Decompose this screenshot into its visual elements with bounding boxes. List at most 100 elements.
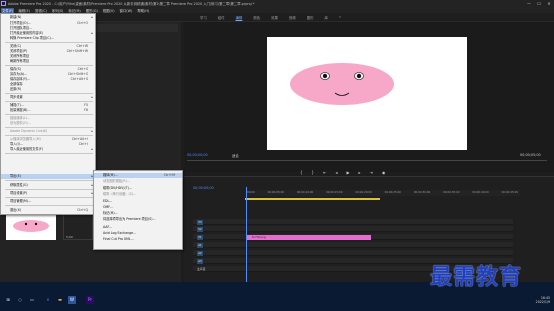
- menu-item-new[interactable]: 新建(N) ▸: [1, 15, 95, 20]
- menu-file[interactable]: 文件(F): [1, 7, 15, 13]
- menu-markers[interactable]: 标记(M): [67, 8, 81, 13]
- menu-item-export[interactable]: 导出(E)▸: [1, 174, 95, 179]
- edge-browser-icon[interactable]: e: [44, 296, 52, 304]
- track-label-v1[interactable]: V1: [197, 234, 203, 240]
- program-canvas: [267, 37, 467, 150]
- menu-window[interactable]: 窗口(W): [119, 8, 134, 13]
- system-tray-clock[interactable]: 16:45 2022/1/9: [536, 296, 550, 304]
- menu-separator: [5, 65, 93, 66]
- track-v2[interactable]: V2: [193, 226, 513, 232]
- tab-effects[interactable]: 效果: [271, 15, 278, 20]
- file-menu: 新建(N) ▸ 打开项目(O)... Ctrl+O 打开团队项目... 打开最近使用…: [0, 13, 96, 215]
- menu-item-export-tape-serial: 磁带（串行设备）(S)...: [103, 192, 137, 196]
- menu-item-project-manager[interactable]: 项目管理(M)...: [1, 199, 95, 204]
- window-titlebar: Adobe Premiere Pro 2020 - C:\用户\Yihe\桌面\…: [0, 0, 554, 7]
- export-frame-icon[interactable]: ◉: [382, 170, 386, 175]
- premiere-taskbar-icon[interactable]: Pr: [86, 296, 94, 304]
- step-back-icon[interactable]: ◂: [335, 170, 337, 175]
- project-thumbnail-2[interactable]: 5;00: [63, 212, 93, 240]
- program-duration: 00;00;05;00: [520, 153, 541, 157]
- menu-item-refresh-all[interactable]: 刷新所有项目: [1, 59, 95, 64]
- tab-color[interactable]: 颜色: [253, 15, 260, 20]
- menu-graphics[interactable]: 图形(G): [85, 8, 99, 13]
- menu-item-import-recent[interactable]: 导入最近使用的文件(F) ▸: [1, 147, 95, 152]
- track-label-v2[interactable]: V2: [197, 226, 203, 232]
- ruler-tick: 00;00;05;00: [267, 190, 284, 194]
- tab-learn[interactable]: 学习: [200, 15, 207, 20]
- word-icon[interactable]: W: [68, 296, 76, 304]
- play-icon[interactable]: ▶: [346, 170, 349, 175]
- menu-item-export-avid-log[interactable]: Avid Log Exchange...: [94, 231, 182, 236]
- step-forward-icon[interactable]: ▸: [359, 170, 361, 175]
- menu-item-convert-clip[interactable]: 转换 Premiere Clip 项目(C)...: [1, 36, 95, 41]
- tab-more[interactable]: »: [339, 15, 341, 20]
- menu-item-export-fcp-xml[interactable]: Final Cut Pro XML...: [94, 237, 182, 242]
- tab-libraries[interactable]: 库: [324, 15, 327, 20]
- menu-separator: [5, 114, 93, 115]
- tab-editing[interactable]: 编辑: [236, 15, 243, 20]
- menu-item-get-properties[interactable]: 获取属性(G)▸: [1, 183, 95, 188]
- ruler-tick: 00;00;20;00: [355, 190, 372, 194]
- menu-separator: [5, 197, 93, 198]
- go-to-out-icon[interactable]: ⇥: [370, 170, 373, 175]
- ruler-tick: 00;00;45;00: [501, 190, 518, 194]
- track-v3[interactable]: V3: [193, 219, 513, 225]
- ruler-tick: 00;00;30;00: [413, 190, 431, 194]
- menu-sequence[interactable]: 序列(S): [51, 8, 65, 13]
- menu-view[interactable]: 视图(V): [102, 8, 116, 13]
- file-explorer-icon[interactable]: ▬: [56, 296, 64, 304]
- track-label-a2[interactable]: A2: [197, 250, 203, 256]
- pig-face-graphic: [290, 63, 394, 105]
- mark-in-icon[interactable]: {: [300, 170, 303, 175]
- project-thumbnail[interactable]: [6, 212, 56, 240]
- menu-item-export-markers[interactable]: 标记(M)...: [94, 211, 182, 216]
- task-view-icon[interactable]: ▭: [28, 296, 36, 304]
- menu-item-revert[interactable]: 还原(R): [1, 87, 95, 92]
- window-title: Adobe Premiere Pro 2020 - C:\用户\Yihe\桌面\…: [8, 2, 255, 6]
- search-icon[interactable]: ○: [16, 296, 24, 304]
- menu-item-exit[interactable]: 退出(X) Ctrl+Q: [1, 208, 95, 213]
- windows-start-icon[interactable]: ⊞: [4, 296, 12, 304]
- track-label-a1[interactable]: A1: [197, 242, 203, 248]
- timeline-ruler[interactable]: 00;00 00;00;05;00 00;00;10;00 00;00;15;0…: [245, 190, 520, 196]
- menu-item-export-selection-project[interactable]: 将选择项导出为 Premiere 项目(S)...: [94, 217, 182, 222]
- maximize-button[interactable]: ☐: [534, 0, 544, 7]
- ruler-tick: 00;00: [247, 190, 255, 194]
- menu-item-project-settings[interactable]: 项目设置(P)▸: [1, 191, 95, 196]
- menu-edit[interactable]: 编辑(E): [17, 8, 31, 13]
- tab-graphics[interactable]: 图形: [307, 15, 314, 20]
- chevron-right-icon: ▸: [91, 129, 93, 133]
- timeline-timecode[interactable]: 00;00;00;00: [193, 186, 214, 190]
- menu-item-export-omf[interactable]: OMF...: [94, 205, 182, 210]
- program-timecode[interactable]: 00;00;00;00: [187, 153, 208, 157]
- menu-separator: [5, 101, 93, 102]
- track-label-a3[interactable]: A3: [197, 258, 203, 264]
- premiere-app-icon: [1, 1, 6, 6]
- work-area-bar[interactable]: [245, 198, 380, 200]
- timeline-clip[interactable]: fx Hmong: [247, 235, 371, 240]
- playhead[interactable]: [246, 187, 247, 282]
- track-label-v3[interactable]: V3: [197, 219, 203, 225]
- ruler-tick: 00;00;15;00: [326, 190, 343, 194]
- go-to-in-icon[interactable]: ⇤: [323, 170, 326, 175]
- menu-item-export-tape-dv[interactable]: 磁带(DV/HDV)(T)...: [94, 186, 182, 191]
- minimize-button[interactable]: —: [524, 0, 534, 7]
- fit-dropdown[interactable]: 适合: [232, 153, 239, 158]
- mark-out-icon[interactable]: }: [312, 170, 315, 175]
- close-button[interactable]: ✕: [544, 0, 554, 7]
- menu-item-export-edl[interactable]: EDL...: [94, 199, 182, 204]
- ruler-tick: 00;00;25;00: [384, 190, 401, 194]
- monitor-scrubber[interactable]: [187, 160, 547, 161]
- tab-assembly[interactable]: 组件: [218, 15, 225, 20]
- menu-item-batch-capture[interactable]: 批量捕捉(B)... F6: [1, 108, 95, 113]
- menu-item-export-media[interactable]: 媒体(M)... Ctrl+M: [94, 173, 182, 178]
- tab-audio[interactable]: 音频: [289, 15, 296, 20]
- menu-help[interactable]: 帮助(H): [136, 8, 150, 13]
- menu-item-sync-settings[interactable]: 同步设置 ▸: [1, 95, 95, 100]
- chevron-right-icon: ▸: [91, 95, 93, 99]
- menu-item-export-aaf[interactable]: AAF...: [94, 225, 182, 230]
- track-a2[interactable]: A2: [193, 250, 513, 256]
- menu-clip[interactable]: 剪辑(C): [34, 8, 48, 13]
- track-a1[interactable]: A1: [193, 242, 513, 248]
- ruler-tick: 00;00;35;00: [443, 190, 460, 194]
